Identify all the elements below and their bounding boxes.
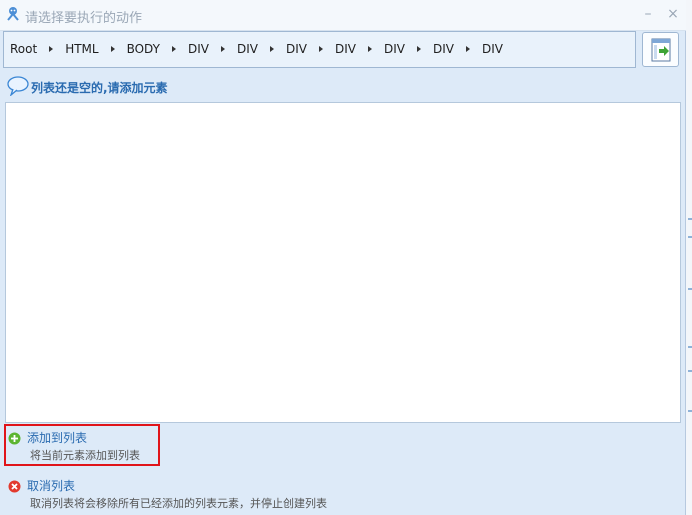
breadcrumb-item[interactable]: DIV: [188, 42, 209, 56]
background-edge-mark: [688, 346, 692, 348]
breadcrumb-item[interactable]: DIV: [433, 42, 454, 56]
plus-circle-icon: [8, 430, 21, 445]
chevron-right-icon: [269, 46, 274, 52]
background-edge-mark: [688, 218, 692, 220]
background-edge-mark: [688, 410, 692, 412]
chevron-right-icon: [318, 46, 323, 52]
chevron-right-icon: [49, 46, 54, 52]
action-dialog: 请选择要执行的动作 – × Root HTML BODY DIV DIV DIV DIV DI…: [0, 0, 686, 515]
close-circle-icon: [8, 478, 21, 493]
background-edge-mark: [688, 288, 692, 290]
navigate-enter-icon: [651, 38, 671, 62]
breadcrumb-item[interactable]: DIV: [482, 42, 503, 56]
chevron-right-icon: [465, 46, 470, 52]
cancel-list-label: 取消列表: [27, 479, 76, 493]
chevron-right-icon: [220, 46, 225, 52]
breadcrumb-item[interactable]: DIV: [384, 42, 405, 56]
background-edge-mark: [688, 236, 692, 238]
chevron-right-icon: [110, 46, 115, 52]
breadcrumb-item[interactable]: DIV: [335, 42, 356, 56]
background-edge-mark: [688, 370, 692, 372]
speech-bubble-icon: [7, 76, 29, 100]
add-to-list-label: 添加到列表: [27, 431, 88, 445]
close-button[interactable]: ×: [665, 6, 681, 22]
add-to-list-description: 将当前元素添加到列表: [30, 449, 140, 462]
chevron-right-icon: [367, 46, 372, 52]
bot-icon: [5, 6, 21, 22]
breadcrumb-item[interactable]: BODY: [127, 42, 160, 56]
breadcrumb-items: Root HTML BODY DIV DIV DIV DIV DIV DIV DIV: [10, 42, 503, 56]
cancel-list-action[interactable]: 取消列表 取消列表将会移除所有已经添加的列表元素，并停止创建列表: [4, 476, 327, 512]
chevron-right-icon: [416, 46, 421, 52]
breadcrumb-item[interactable]: HTML: [65, 42, 98, 56]
cancel-list-description: 取消列表将会移除所有已经添加的列表元素，并停止创建列表: [30, 497, 327, 510]
window-title: 请选择要执行的动作: [25, 11, 143, 26]
background-window-edge: [686, 0, 692, 515]
hint-text: 列表还是空的,请添加元素: [31, 81, 168, 95]
minimize-button[interactable]: –: [640, 6, 656, 22]
element-list[interactable]: [5, 102, 681, 423]
breadcrumb-item[interactable]: DIV: [237, 42, 258, 56]
element-breadcrumb: Root HTML BODY DIV DIV DIV DIV DIV DIV DIV: [3, 31, 636, 68]
breadcrumb-item[interactable]: Root: [10, 42, 37, 56]
navigate-enter-button[interactable]: [642, 32, 679, 67]
title-bar: 请选择要执行的动作 – ×: [0, 0, 686, 31]
breadcrumb-item[interactable]: DIV: [286, 42, 307, 56]
chevron-right-icon: [171, 46, 176, 52]
add-to-list-action[interactable]: 添加到列表 将当前元素添加到列表: [4, 428, 324, 466]
